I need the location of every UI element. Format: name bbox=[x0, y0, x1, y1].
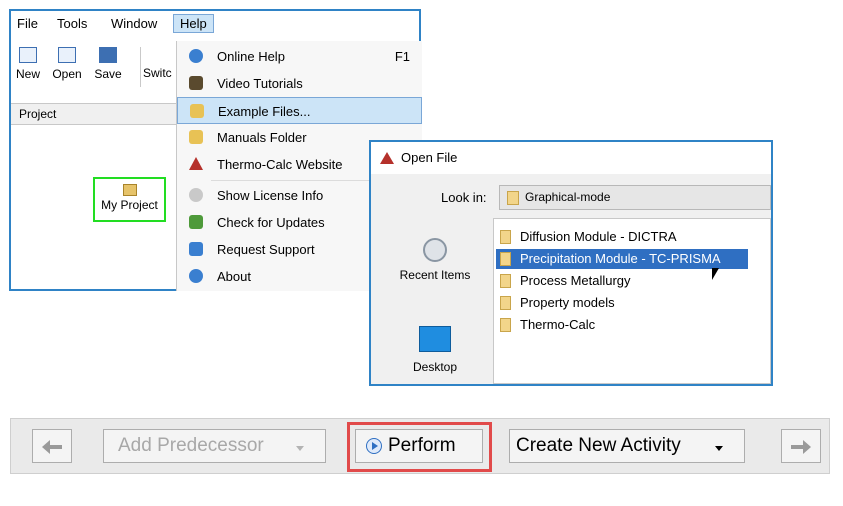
recent-items-icon bbox=[423, 238, 447, 262]
look-in-value: Graphical-mode bbox=[525, 190, 611, 204]
switch-button[interactable]: Switc bbox=[143, 66, 177, 80]
project-folder-icon bbox=[122, 184, 137, 196]
thermo-calc-logo-icon bbox=[380, 152, 394, 164]
arrow-right-icon bbox=[803, 440, 811, 454]
back-button[interactable] bbox=[32, 429, 72, 463]
folder-icon bbox=[189, 130, 203, 144]
folder-icon bbox=[500, 252, 511, 266]
new-button[interactable]: New bbox=[13, 47, 43, 81]
new-icon bbox=[19, 47, 37, 63]
toolbar-separator bbox=[140, 47, 141, 87]
chevron-down-icon bbox=[715, 446, 723, 451]
main-window: File Tools Window Help New Open Save Swi… bbox=[9, 9, 422, 291]
folder-open-icon bbox=[190, 104, 204, 118]
create-new-activity-label: Create New Activity bbox=[516, 435, 681, 456]
file-name: Precipitation Module - TC-PRISMA bbox=[520, 251, 721, 266]
thermo-calc-logo-icon bbox=[189, 157, 203, 170]
look-in-label: Look in: bbox=[441, 190, 487, 205]
menu-item-example-files[interactable]: Example Files... bbox=[177, 97, 422, 124]
arrow-left-shaft bbox=[50, 445, 62, 449]
place-label: Desktop bbox=[412, 360, 458, 374]
open-icon bbox=[58, 47, 76, 63]
file-name: Diffusion Module - DICTRA bbox=[520, 229, 677, 244]
open-label: Open bbox=[52, 67, 82, 81]
activity-toolbar: Add Predecessor Perform Create New Activ… bbox=[10, 418, 830, 474]
film-icon bbox=[189, 76, 203, 90]
menu-item-online-help[interactable]: Online Help F1 bbox=[177, 43, 422, 70]
save-icon bbox=[99, 47, 117, 63]
dialog-title: Open File bbox=[401, 150, 458, 165]
place-desktop[interactable]: Desktop bbox=[379, 326, 491, 374]
menu-item-label: Thermo-Calc Website bbox=[217, 157, 343, 172]
file-item-precipitation-module[interactable]: Precipitation Module - TC-PRISMA bbox=[496, 249, 748, 269]
menu-item-label: Manuals Folder bbox=[217, 130, 307, 145]
menu-file[interactable]: File bbox=[17, 16, 38, 31]
switch-label: Switc bbox=[143, 66, 172, 80]
add-predecessor-label: Add Predecessor bbox=[118, 435, 264, 456]
place-recent-items[interactable]: Recent Items bbox=[379, 238, 491, 282]
help-circle-icon bbox=[189, 49, 203, 63]
toolbar: New Open Save Switc bbox=[11, 39, 176, 101]
dialog-body: Look in: Graphical-mode Recent Items Des… bbox=[371, 174, 771, 384]
project-node-label: My Project bbox=[101, 198, 158, 212]
perform-label: Perform bbox=[388, 435, 456, 456]
menu-item-label: Show License Info bbox=[217, 188, 324, 203]
menu-item-label: Check for Updates bbox=[217, 215, 325, 230]
folder-icon bbox=[500, 274, 511, 288]
menu-item-label: About bbox=[217, 269, 251, 284]
places-sidebar: Recent Items Desktop bbox=[379, 218, 491, 384]
arrow-right-shaft bbox=[791, 445, 803, 449]
support-icon bbox=[189, 242, 203, 256]
new-label: New bbox=[15, 67, 40, 81]
menu-window[interactable]: Window bbox=[111, 16, 157, 31]
file-list: Diffusion Module - DICTRA Precipitation … bbox=[493, 218, 771, 384]
info-icon bbox=[189, 269, 203, 283]
file-name: Property models bbox=[520, 295, 615, 310]
perform-button[interactable]: Perform bbox=[355, 429, 483, 463]
project-node[interactable]: My Project bbox=[93, 177, 166, 222]
forward-button[interactable] bbox=[781, 429, 821, 463]
file-name: Thermo-Calc bbox=[520, 317, 596, 332]
menu-item-label: Online Help bbox=[217, 49, 285, 64]
license-icon bbox=[189, 188, 203, 202]
look-in-dropdown[interactable]: Graphical-mode bbox=[499, 185, 771, 210]
update-icon bbox=[189, 215, 203, 229]
save-label: Save bbox=[94, 67, 122, 81]
project-panel-title: Project bbox=[19, 107, 57, 121]
chevron-down-icon bbox=[296, 446, 304, 451]
folder-icon bbox=[500, 318, 511, 332]
open-button[interactable]: Open bbox=[52, 47, 82, 81]
save-button[interactable]: Save bbox=[93, 47, 123, 81]
menu-bar: File Tools Window Help bbox=[11, 11, 419, 39]
menu-item-video-tutorials[interactable]: Video Tutorials bbox=[177, 70, 422, 97]
file-name: Process Metallurgy bbox=[520, 273, 631, 288]
add-predecessor-dropdown[interactable]: Add Predecessor bbox=[103, 429, 326, 463]
project-panel-header: Project bbox=[11, 103, 176, 125]
arrow-left-icon bbox=[42, 440, 50, 454]
place-label: Recent Items bbox=[399, 268, 471, 282]
menu-item-label: Video Tutorials bbox=[217, 76, 303, 91]
menu-item-label: Request Support bbox=[217, 242, 315, 257]
menu-tools[interactable]: Tools bbox=[57, 16, 87, 31]
menu-item-label: Example Files... bbox=[218, 104, 311, 119]
desktop-icon bbox=[419, 326, 451, 352]
create-new-activity-dropdown[interactable]: Create New Activity bbox=[509, 429, 745, 463]
menu-help[interactable]: Help bbox=[173, 14, 214, 33]
open-file-dialog: Open File Look in: Graphical-mode Recent… bbox=[369, 140, 773, 386]
folder-icon bbox=[500, 296, 511, 310]
play-icon bbox=[366, 438, 382, 454]
folder-icon bbox=[507, 191, 519, 205]
mouse-cursor-icon bbox=[712, 268, 719, 280]
folder-icon bbox=[500, 230, 511, 244]
dialog-titlebar: Open File bbox=[371, 142, 771, 174]
shortcut-label: F1 bbox=[394, 49, 410, 64]
